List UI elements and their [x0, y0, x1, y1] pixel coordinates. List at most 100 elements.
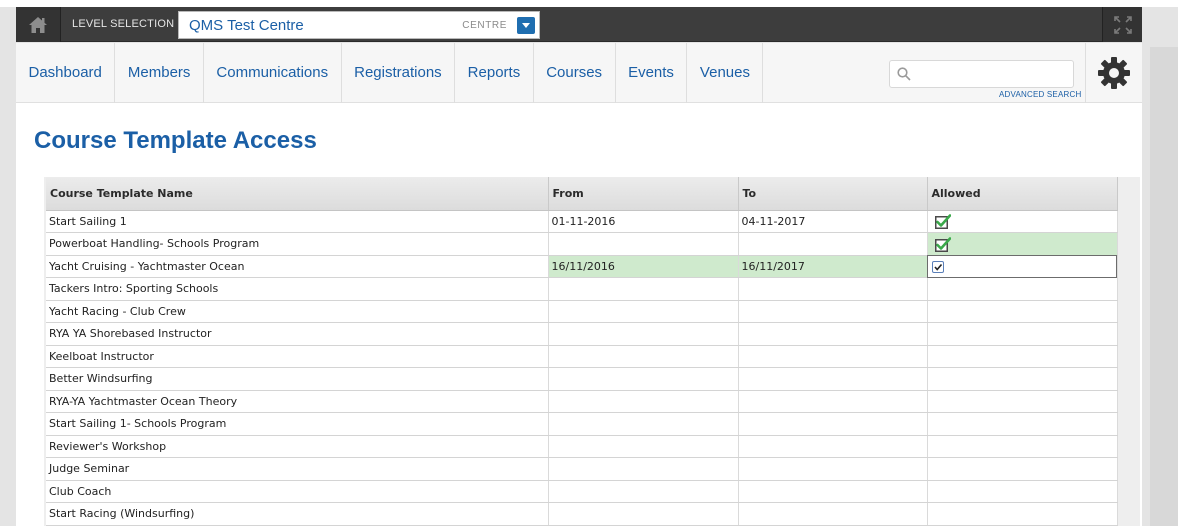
centre-type-label: CENTRE	[462, 20, 507, 31]
cell-to-date[interactable]	[738, 435, 928, 458]
green-check-icon	[934, 236, 951, 252]
nav-tab-dashboard[interactable]: Dashboard	[16, 43, 116, 103]
cell-to-date[interactable]	[738, 412, 928, 436]
cell-allowed[interactable]	[927, 390, 1118, 413]
table-row[interactable]: Yacht Racing - Club Crew	[46, 300, 1118, 323]
cell-course-template-name: Yacht Racing - Club Crew	[46, 300, 549, 323]
nav-tab-events[interactable]: Events	[616, 43, 688, 103]
page-title: Course Template Access	[34, 127, 317, 154]
cell-from-date[interactable]	[548, 322, 739, 346]
cell-from-date[interactable]	[548, 277, 739, 301]
nav-tab-communications[interactable]: Communications	[204, 43, 342, 103]
table-row[interactable]: RYA-YA Yachtmaster Ocean Theory	[46, 390, 1118, 413]
cell-allowed[interactable]	[927, 480, 1118, 503]
table-row[interactable]: Keelboat Instructor	[46, 345, 1118, 368]
nav-tab-reports[interactable]: Reports	[455, 43, 534, 103]
cell-from-date[interactable]	[548, 390, 739, 413]
cell-allowed[interactable]	[927, 210, 1118, 233]
table-row[interactable]: Better Windsurfing	[46, 367, 1118, 391]
cell-to-date[interactable]	[738, 345, 928, 368]
cell-from-date[interactable]: 16/11/2016	[548, 255, 739, 278]
cell-course-template-name: Better Windsurfing	[46, 367, 549, 391]
settings-button[interactable]	[1085, 43, 1142, 103]
table-body: Start Sailing 1 01-11-2016 04-11-2017 Power…	[46, 210, 1118, 526]
cell-from-date[interactable]	[548, 457, 739, 481]
cell-to-date[interactable]	[738, 367, 928, 391]
search-icon	[897, 67, 911, 81]
cell-course-template-name: Start Sailing 1	[46, 210, 549, 233]
table-row[interactable]: Reviewer's Workshop	[46, 435, 1118, 458]
cell-allowed[interactable]	[927, 367, 1118, 391]
cell-course-template-name: Start Sailing 1- Schools Program	[46, 412, 549, 436]
cell-from-date[interactable]	[548, 300, 739, 323]
cell-from-date[interactable]	[548, 367, 739, 391]
table-row[interactable]: Start Racing (Windsurfing)	[46, 502, 1118, 526]
cell-from-date[interactable]	[548, 345, 739, 368]
cell-course-template-name: Keelboat Instructor	[46, 345, 549, 368]
table-row[interactable]: Judge Seminar	[46, 457, 1118, 481]
cell-allowed[interactable]	[927, 255, 1118, 278]
fullscreen-button[interactable]	[1102, 7, 1142, 42]
centre-name: QMS Test Centre	[189, 17, 304, 34]
allowed-checkbox[interactable]	[931, 260, 944, 273]
expand-icon	[1113, 15, 1132, 34]
table-row[interactable]: Yacht Cruising - Yachtmaster Ocean 16/11/…	[46, 255, 1118, 278]
cell-to-date[interactable]	[738, 480, 928, 503]
header-to[interactable]: To	[738, 177, 928, 211]
home-icon	[29, 16, 47, 33]
course-template-table-container: Course Template Name From To Allowed Sta…	[44, 177, 1140, 526]
cell-allowed[interactable]	[927, 232, 1118, 256]
cell-from-date[interactable]	[548, 480, 739, 503]
search-box	[889, 60, 1074, 88]
table-row[interactable]: Tackers Intro: Sporting Schools	[46, 277, 1118, 301]
cell-from-date[interactable]: 01-11-2016	[548, 210, 739, 233]
nav-tab-venues[interactable]: Venues	[687, 43, 764, 103]
header-from[interactable]: From	[548, 177, 739, 211]
cell-to-date[interactable]	[738, 277, 928, 301]
table-row[interactable]: RYA YA Shorebased Instructor	[46, 322, 1118, 346]
header-allowed[interactable]: Allowed	[927, 177, 1118, 211]
table-row[interactable]: Powerboat Handling- Schools Program	[46, 232, 1118, 256]
cell-from-date[interactable]	[548, 412, 739, 436]
cell-allowed[interactable]	[927, 300, 1118, 323]
cell-allowed[interactable]	[927, 435, 1118, 458]
table-row[interactable]: Club Coach	[46, 480, 1118, 503]
search-input[interactable]	[916, 63, 1066, 85]
cell-to-date[interactable]	[738, 502, 928, 526]
cell-from-date[interactable]	[548, 435, 739, 458]
cell-allowed[interactable]	[927, 322, 1118, 346]
cell-to-date[interactable]: 04-11-2017	[738, 210, 928, 233]
cell-course-template-name: Club Coach	[46, 480, 549, 503]
nav-tab-courses[interactable]: Courses	[534, 43, 616, 103]
header-course-template-name[interactable]: Course Template Name	[46, 177, 549, 211]
cell-course-template-name: Reviewer's Workshop	[46, 435, 549, 458]
cell-to-date[interactable]	[738, 457, 928, 481]
cell-course-template-name: RYA YA Shorebased Instructor	[46, 322, 549, 346]
cell-to-date[interactable]: 16/11/2017	[738, 255, 928, 278]
cell-allowed[interactable]	[927, 277, 1118, 301]
cell-to-date[interactable]	[738, 300, 928, 323]
cell-to-date[interactable]	[738, 232, 928, 256]
cell-allowed[interactable]	[927, 412, 1118, 436]
home-button[interactable]	[16, 7, 61, 42]
cell-allowed[interactable]	[927, 502, 1118, 526]
top-spacer	[0, 0, 1178, 7]
nav-tab-members[interactable]: Members	[115, 43, 204, 103]
window-edge	[1150, 47, 1178, 526]
centre-dropdown-button[interactable]	[517, 17, 535, 34]
cell-to-date[interactable]	[738, 322, 928, 346]
cell-course-template-name: Powerboat Handling- Schools Program	[46, 232, 549, 256]
table-row[interactable]: Start Sailing 1- Schools Program	[46, 412, 1118, 436]
cell-course-template-name: RYA-YA Yachtmaster Ocean Theory	[46, 390, 549, 413]
cell-to-date[interactable]	[738, 390, 928, 413]
cell-from-date[interactable]	[548, 502, 739, 526]
nav-tab-registrations[interactable]: Registrations	[342, 43, 456, 103]
level-selection-label: LEVEL SELECTION	[72, 18, 175, 30]
cell-allowed[interactable]	[927, 457, 1118, 481]
table-row[interactable]: Start Sailing 1 01-11-2016 04-11-2017	[46, 210, 1118, 233]
centre-selector[interactable]: QMS Test Centre CENTRE	[178, 11, 540, 39]
advanced-search-link[interactable]: ADVANCED SEARCH	[999, 90, 1081, 99]
course-template-table: Course Template Name From To Allowed Sta…	[46, 177, 1118, 526]
cell-from-date[interactable]	[548, 232, 739, 256]
cell-allowed[interactable]	[927, 345, 1118, 368]
